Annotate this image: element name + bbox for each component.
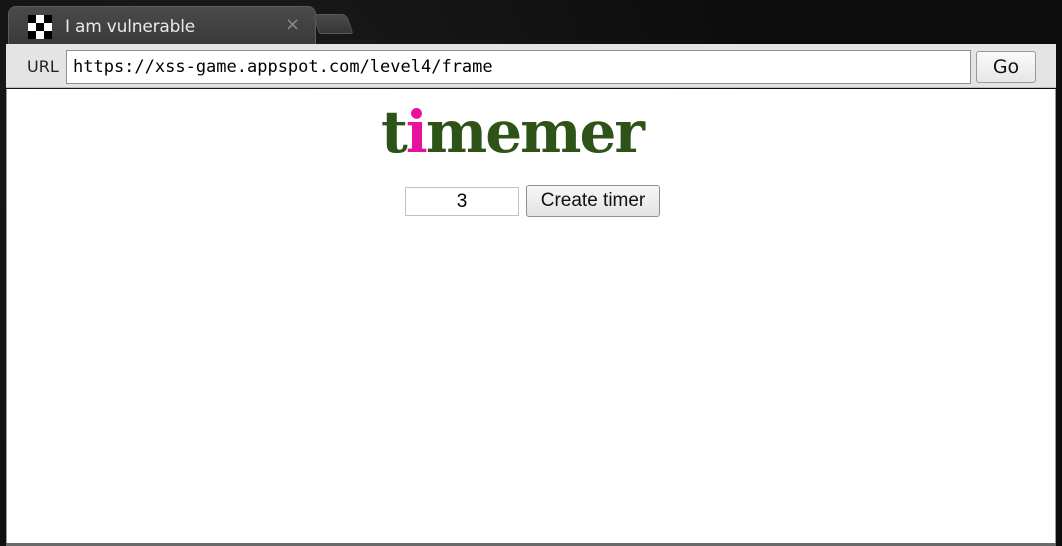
tab-strip: I am vulnerable ×	[0, 0, 1062, 44]
timer-seconds-input[interactable]	[405, 187, 519, 216]
new-tab-button[interactable]	[312, 14, 354, 34]
go-button[interactable]: Go	[976, 51, 1036, 83]
page-content: timemer Create timer	[6, 89, 1056, 543]
logo-letter-highlight: i	[405, 98, 428, 166]
logo-letter: m	[520, 98, 581, 166]
timemer-logo: timemer	[381, 98, 645, 166]
logo-letter: t	[381, 98, 408, 166]
close-icon[interactable]: ×	[285, 14, 300, 35]
logo-letter: e	[579, 98, 617, 166]
create-timer-button[interactable]: Create timer	[526, 185, 660, 217]
logo-letter: r	[614, 98, 645, 166]
tab-active[interactable]: I am vulnerable ×	[8, 6, 316, 44]
url-label: URL	[27, 57, 59, 76]
checker-icon	[28, 15, 52, 39]
logo-letter: e	[485, 98, 522, 166]
logo-letter: m	[425, 98, 487, 166]
tab-title: I am vulnerable	[65, 17, 195, 37]
address-toolbar: URL Go	[6, 44, 1056, 88]
url-input[interactable]	[66, 50, 971, 84]
browser-window: I am vulnerable × URL Go timemer Create …	[0, 0, 1062, 546]
